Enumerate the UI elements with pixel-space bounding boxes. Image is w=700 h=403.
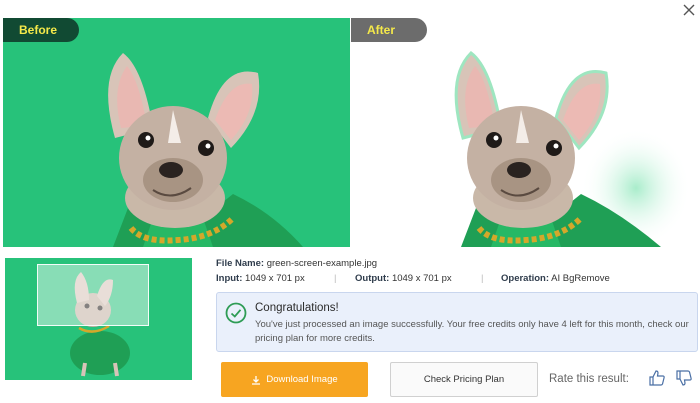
after-image-panel: After [351,18,697,247]
download-icon [252,375,261,385]
close-icon[interactable] [682,3,696,17]
output-size: Output: 1049 x 701 px [355,273,452,284]
check-circle-icon [225,302,247,324]
input-size: Input: 1049 x 701 px [216,273,305,284]
notice-title: Congratulations! [255,302,339,314]
dog-photo-background-removed [454,51,691,247]
download-label: Download Image [266,374,338,385]
file-name-value: green-screen-example.jpg [266,258,378,269]
file-meta-row: Input: 1049 x 701 px | Output: 1049 x 70… [216,273,700,287]
dog-photo-original [108,53,303,247]
check-pricing-plan-button[interactable]: Check Pricing Plan [390,362,538,397]
file-name-label: File Name: [216,258,265,269]
crop-selection-box[interactable] [37,264,149,326]
success-notice: Congratulations! You've just processed a… [216,292,698,352]
divider: | [481,273,484,284]
download-image-button[interactable]: Download Image [221,362,368,397]
thumbs-up-icon[interactable] [648,369,666,387]
notice-body: You've just processed an image successfu… [255,319,689,344]
input-value: 1049 x 701 px [245,273,305,284]
rate-label: Rate this result: [549,373,629,385]
thumbnail-preview[interactable] [5,258,192,380]
before-label: Before [3,18,79,42]
operation: Operation: AI BgRemove [501,273,610,284]
pricing-label: Check Pricing Plan [423,374,505,385]
operation-value: AI BgRemove [551,273,610,284]
after-label: After [351,18,427,42]
output-value: 1049 x 701 px [391,273,452,284]
before-image-panel: Before [3,18,350,247]
divider: | [334,273,337,284]
file-name-row: File Name: green-screen-example.jpg [216,258,377,269]
thumbs-down-icon[interactable] [675,369,693,387]
input-label: Input: [216,273,243,284]
output-label: Output: [355,273,390,284]
operation-label: Operation: [501,273,550,284]
